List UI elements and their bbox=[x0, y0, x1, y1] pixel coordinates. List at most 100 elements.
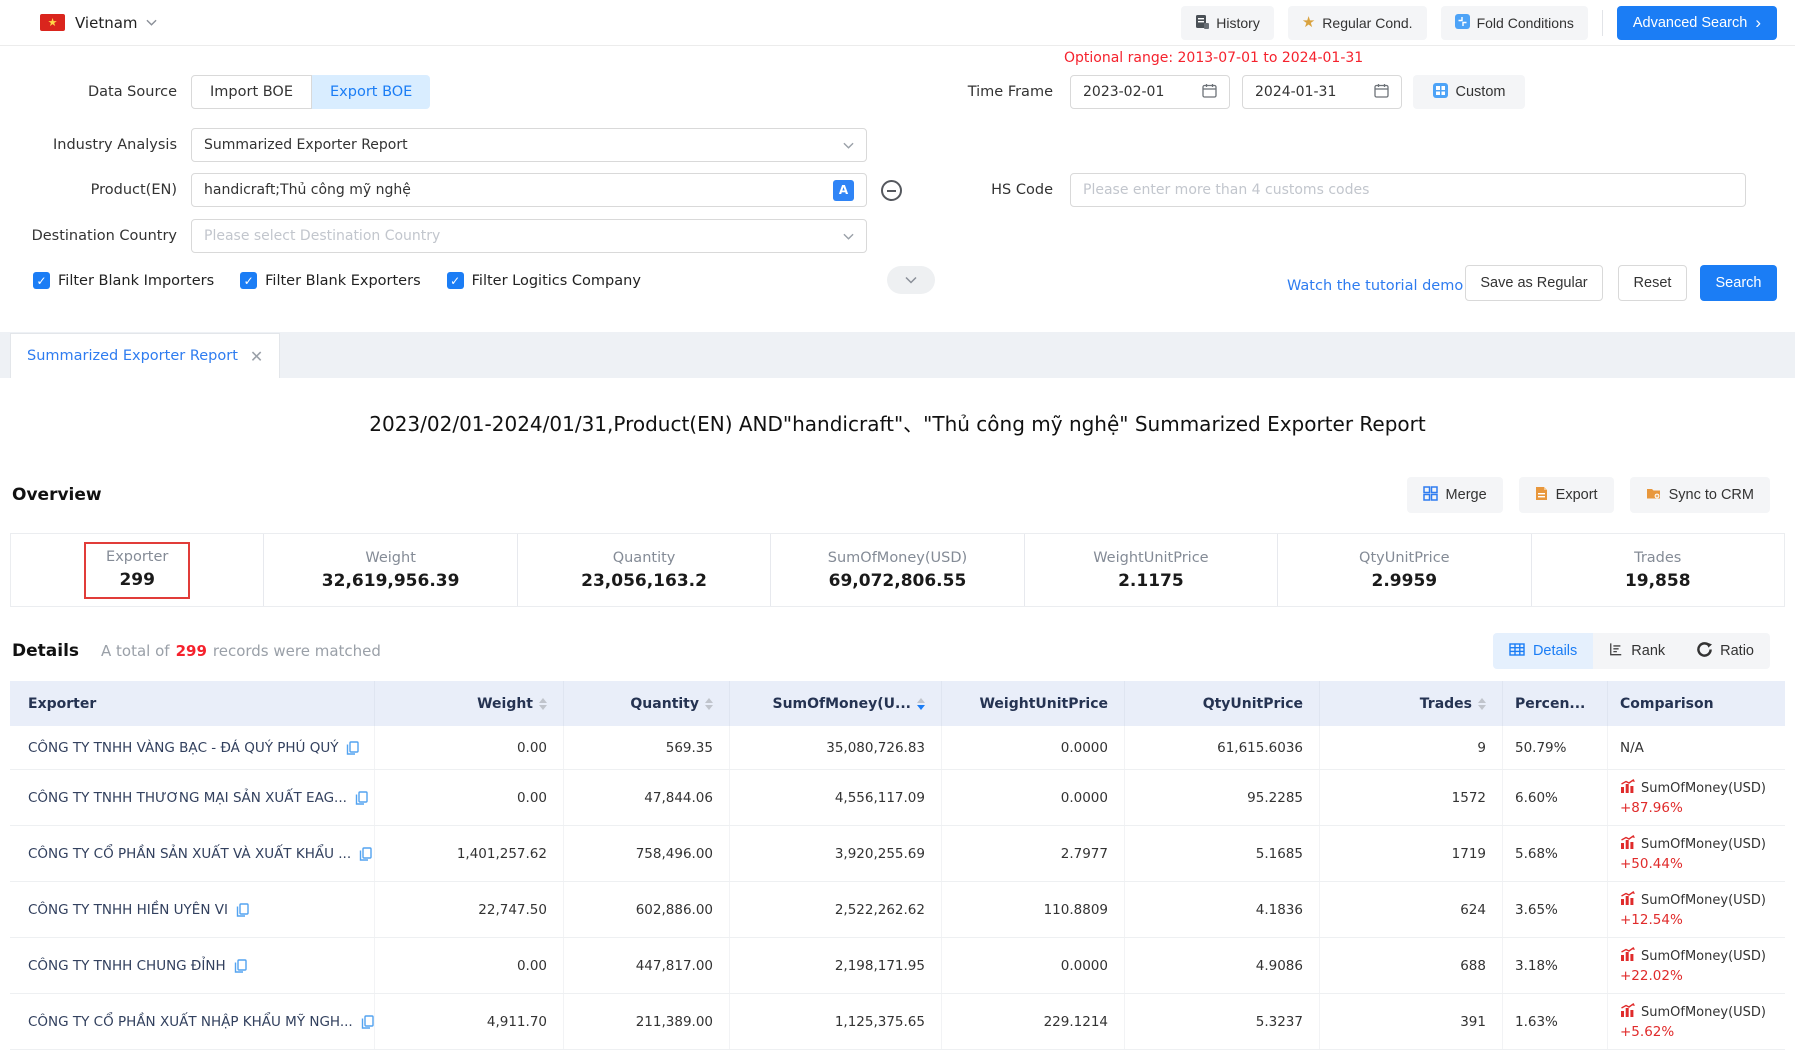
stat-value: 2.1175 bbox=[1093, 571, 1208, 591]
filter-checkbox[interactable]: ✓Filter Blank Importers bbox=[33, 272, 214, 289]
custom-range-button[interactable]: Custom bbox=[1413, 75, 1525, 109]
sort-icon[interactable] bbox=[1478, 698, 1486, 710]
hs-code-input[interactable]: Please enter more than 4 customs codes bbox=[1070, 173, 1746, 207]
comparison-metric: SumOfMoney(USD) bbox=[1641, 837, 1766, 852]
checkbox-icon[interactable]: ✓ bbox=[447, 272, 464, 289]
stat-label: Quantity bbox=[581, 550, 707, 566]
calendar-icon[interactable] bbox=[1202, 83, 1217, 102]
bar-chart-icon bbox=[1620, 891, 1635, 909]
comparison-metric: SumOfMoney(USD) bbox=[1641, 1005, 1766, 1020]
cell-quantity: 447,817.00 bbox=[564, 938, 730, 993]
copy-icon[interactable] bbox=[359, 847, 372, 861]
close-icon[interactable]: ✕ bbox=[250, 347, 263, 366]
overview-heading: Overview bbox=[12, 485, 102, 505]
tutorial-link[interactable]: Watch the tutorial demo bbox=[1287, 278, 1463, 294]
copy-icon[interactable] bbox=[234, 959, 247, 973]
destination-country-select[interactable]: Please select Destination Country bbox=[191, 219, 867, 253]
cell-weight: 22,747.50 bbox=[375, 882, 564, 937]
copy-icon[interactable] bbox=[346, 741, 359, 755]
column-header-percen: Percen... bbox=[1503, 681, 1608, 726]
import-boe-button[interactable]: Import BOE bbox=[191, 75, 312, 109]
country-selector[interactable]: Vietnam bbox=[75, 14, 138, 32]
product-en-label: Product(EN) bbox=[0, 173, 177, 207]
cell-comparison: SumOfMoney(USD) +22.02% bbox=[1608, 938, 1785, 993]
cell-percent: 5.68% bbox=[1503, 826, 1608, 881]
cell-weight: 4,911.70 bbox=[375, 994, 564, 1049]
exporter-name[interactable]: CÔNG TY TNHH HIỀN UYÊN VI bbox=[28, 902, 228, 918]
exclude-icon[interactable] bbox=[881, 180, 902, 201]
industry-analysis-select[interactable]: Summarized Exporter Report bbox=[191, 128, 867, 162]
cell-comparison: SumOfMoney(USD)+12.54% bbox=[1608, 882, 1785, 937]
column-header-sumofmoneyu[interactable]: SumOfMoney(U... bbox=[730, 681, 942, 726]
cell-weight_unit_price: 110.8809 bbox=[942, 882, 1125, 937]
filter-checkbox-group: ✓Filter Blank Importers✓Filter Blank Exp… bbox=[33, 272, 641, 289]
fold-conditions-button[interactable]: Fold Conditions bbox=[1441, 6, 1588, 40]
column-header-weight[interactable]: Weight bbox=[375, 681, 564, 726]
cell-weight_unit_price: 0.0000 bbox=[942, 770, 1125, 825]
date-to-input[interactable]: 2024-01-31 bbox=[1242, 75, 1402, 109]
stat-value: 299 bbox=[106, 570, 168, 590]
view-details-button[interactable]: Details bbox=[1493, 633, 1593, 669]
exporter-name[interactable]: CÔNG TY TNHH THƯƠNG MẠI SẢN XUẤT EAG... bbox=[28, 790, 347, 806]
save-as-regular-button[interactable]: Save as Regular bbox=[1465, 265, 1603, 301]
checkbox-icon[interactable]: ✓ bbox=[33, 272, 50, 289]
column-header-quantity[interactable]: Quantity bbox=[564, 681, 730, 726]
filter-checkbox[interactable]: ✓ Filter Blank Exporters bbox=[240, 272, 420, 289]
comparison-change: +5.62% bbox=[1620, 1024, 1766, 1040]
export-button[interactable]: Export bbox=[1519, 477, 1614, 513]
checkbox-icon[interactable]: ✓ bbox=[240, 272, 257, 289]
cell-qty_unit_price: 4.9086 bbox=[1125, 938, 1320, 993]
regular-cond-button[interactable]: ★ Regular Cond. bbox=[1288, 6, 1427, 40]
view-ratio-button[interactable]: Ratio bbox=[1681, 633, 1770, 669]
report-content: 2023/02/01-2024/01/31,Product(EN) AND"ha… bbox=[0, 408, 1795, 1050]
exporter-cell: CÔNG TY TNHH CHUNG ĐỈNH bbox=[10, 938, 375, 993]
cell-quantity: 47,844.06 bbox=[564, 770, 730, 825]
view-rank-button[interactable]: Rank bbox=[1593, 633, 1681, 669]
advanced-search-button[interactable]: Advanced Search › bbox=[1617, 6, 1777, 40]
cell-sum: 2,198,171.95 bbox=[730, 938, 942, 993]
export-boe-button[interactable]: Export BOE bbox=[312, 75, 430, 109]
divider bbox=[1602, 10, 1603, 36]
table-row: CÔNG TY TNHH CHUNG ĐỈNH0.00447,817.002,1… bbox=[10, 938, 1785, 994]
exporter-cell: CÔNG TY TNHH HIỀN UYÊN VI bbox=[10, 882, 375, 937]
merge-button[interactable]: Merge bbox=[1407, 477, 1503, 513]
collapse-form-button[interactable] bbox=[887, 266, 935, 294]
sort-icon[interactable] bbox=[539, 698, 547, 710]
comparison-change: +22.02% bbox=[1620, 968, 1766, 984]
exporter-name[interactable]: CÔNG TY TNHH CHUNG ĐỈNH bbox=[28, 958, 226, 974]
cell-trades: 391 bbox=[1320, 994, 1503, 1049]
comparison-metric: SumOfMoney(USD) bbox=[1641, 949, 1766, 964]
cell-sum: 35,080,726.83 bbox=[730, 726, 942, 769]
exporter-name[interactable]: CÔNG TY TNHH VÀNG BẠC - ĐÁ QUÝ PHÚ QUÝ bbox=[28, 740, 338, 756]
tab-summarized-exporter-report[interactable]: Summarized Exporter Report ✕ bbox=[10, 333, 280, 378]
filter-checkbox[interactable]: ✓Filter Logitics Company bbox=[447, 272, 641, 289]
exporter-name[interactable]: CÔNG TY CỔ PHẦN SẢN XUẤT VÀ XUẤT KHẨU ..… bbox=[28, 846, 351, 862]
table-row: CÔNG TY TNHH HIỀN UYÊN VI22,747.50602,88… bbox=[10, 882, 1785, 938]
copy-icon[interactable] bbox=[236, 903, 249, 917]
product-en-input[interactable]: handicraft;Thủ công mỹ nghệ A bbox=[191, 173, 867, 207]
copy-icon[interactable] bbox=[361, 1015, 374, 1029]
checkbox-label: Filter Blank Exporters bbox=[265, 273, 420, 289]
copy-icon[interactable] bbox=[355, 791, 368, 805]
details-table: ExporterWeightQuantitySumOfMoney(U...Wei… bbox=[10, 681, 1785, 1050]
search-button[interactable]: Search bbox=[1700, 265, 1777, 301]
chevron-down-icon[interactable] bbox=[146, 19, 157, 26]
table-icon bbox=[1509, 643, 1525, 660]
overview-stats-bar: Exporter299Weight32,619,956.39Quantity23… bbox=[10, 533, 1785, 607]
sort-icon[interactable] bbox=[705, 698, 713, 710]
stat-value: 69,072,806.55 bbox=[828, 571, 967, 591]
calendar-icon[interactable] bbox=[1374, 83, 1389, 102]
history-button[interactable]: History bbox=[1181, 6, 1274, 40]
destination-country-label: Destination Country bbox=[0, 219, 177, 253]
exporter-cell: CÔNG TY TNHH THƯƠNG MẠI SẢN XUẤT EAG... bbox=[10, 770, 375, 825]
stat-trades: Trades19,858 bbox=[1531, 534, 1784, 606]
data-source-label: Data Source bbox=[0, 75, 177, 109]
sort-icon[interactable] bbox=[917, 698, 925, 710]
reset-button[interactable]: Reset bbox=[1618, 265, 1687, 301]
cell-percent: 3.65% bbox=[1503, 882, 1608, 937]
date-from-input[interactable]: 2023-02-01 bbox=[1070, 75, 1230, 109]
translate-icon[interactable]: A bbox=[833, 180, 854, 201]
column-header-trades[interactable]: Trades bbox=[1320, 681, 1503, 726]
sync-to-crm-button[interactable]: Sync to CRM bbox=[1630, 477, 1770, 513]
exporter-name[interactable]: CÔNG TY CỔ PHẦN XUẤT NHẬP KHẨU MỸ NGH... bbox=[28, 1014, 353, 1030]
